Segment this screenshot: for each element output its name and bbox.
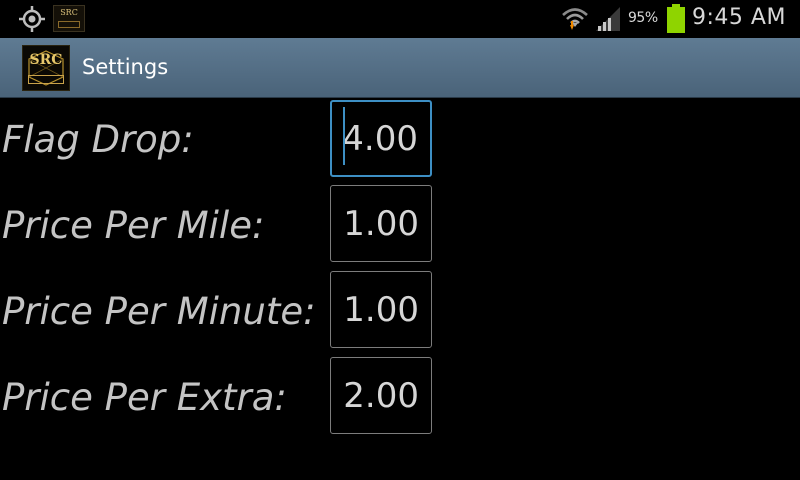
app-logo-text: SRC xyxy=(29,52,63,68)
price-per-mile-input[interactable] xyxy=(330,185,432,262)
gps-icon xyxy=(19,6,45,32)
clock: 9:45 AM xyxy=(692,5,786,30)
flag-drop-label: Flag Drop: xyxy=(2,118,194,161)
price-per-minute-input[interactable] xyxy=(330,271,432,348)
action-bar: SRC Settings xyxy=(0,38,800,98)
form-row-price-per-extra: Price Per Extra: xyxy=(0,357,800,437)
screen-title: Settings xyxy=(82,55,169,79)
price-per-extra-input[interactable] xyxy=(330,357,432,434)
app-notification-logo-text: SRC xyxy=(60,8,78,17)
battery-icon xyxy=(667,4,685,33)
price-per-extra-label: Price Per Extra: xyxy=(2,376,287,419)
form-row-flag-drop: Flag Drop: xyxy=(0,100,800,180)
price-per-mile-label: Price Per Mile: xyxy=(2,204,265,247)
signal-icon xyxy=(596,7,620,31)
price-per-minute-label: Price Per Minute: xyxy=(2,290,316,333)
battery-percent: 95% xyxy=(628,10,658,26)
app-logo[interactable]: SRC xyxy=(22,45,70,91)
form-row-price-per-minute: Price Per Minute: xyxy=(0,271,800,351)
app-logo-banner xyxy=(28,75,64,84)
text-cursor xyxy=(343,107,345,165)
app-notification-icon: SRC xyxy=(53,5,85,32)
flag-drop-input[interactable] xyxy=(330,100,432,177)
form-row-price-per-mile: Price Per Mile: xyxy=(0,185,800,265)
wifi-icon xyxy=(562,8,588,30)
status-bar: SRC 95% 9:45 AM xyxy=(0,0,800,38)
